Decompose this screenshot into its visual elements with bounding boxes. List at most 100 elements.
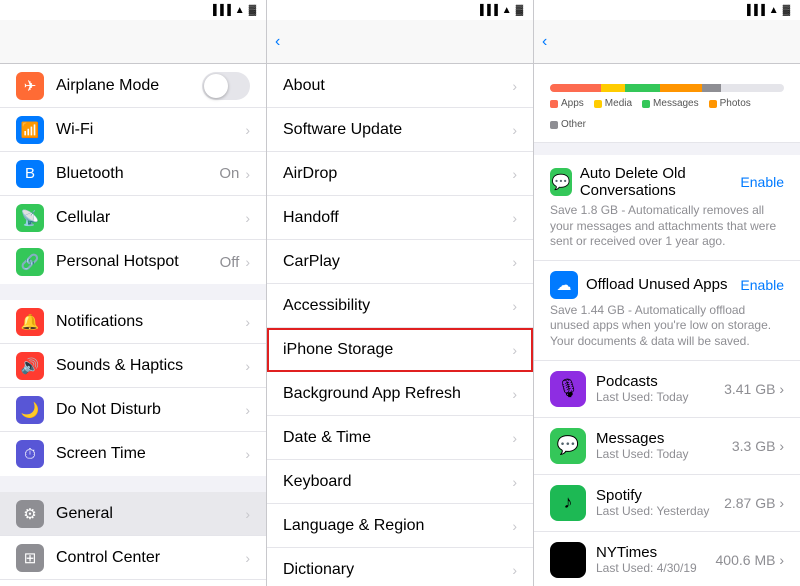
cellular-icon: 📡 <box>16 204 44 232</box>
general-item-iphonestorage[interactable]: iPhone Storage› <box>267 328 533 372</box>
hotspot-chevron: › <box>245 254 250 270</box>
general-item-dictionary[interactable]: Dictionary› <box>267 548 533 586</box>
nytimes-name: NYTimes <box>596 544 706 561</box>
bar-media <box>601 84 624 92</box>
settings-item-screentime[interactable]: ⏱Screen Time› <box>0 432 266 476</box>
messages-icon: 💬 <box>550 428 586 464</box>
general-item-language[interactable]: Language & Region› <box>267 504 533 548</box>
general-list: About›Software Update›AirDrop›Handoff›Ca… <box>267 64 533 586</box>
signal-icon-1: ▐▐▐ <box>210 5 231 16</box>
language-chevron: › <box>512 518 517 534</box>
general-item-keyboard[interactable]: Keyboard› <box>267 460 533 504</box>
settings-item-airplane[interactable]: ✈Airplane Mode <box>0 64 266 108</box>
offload-icon: ☁ <box>550 271 578 299</box>
general-item-accessibility[interactable]: Accessibility› <box>267 284 533 328</box>
app-spotify[interactable]: ♪SpotifyLast Used: Yesterday2.87 GB › <box>534 475 800 532</box>
bar-apps <box>550 84 601 92</box>
status-icons-1: ▐▐▐ ▲ ▓ <box>210 5 256 16</box>
datetime-chevron: › <box>512 430 517 446</box>
spotify-name: Spotify <box>596 487 714 504</box>
controlcenter-icon: ⊞ <box>16 544 44 572</box>
storage-info-section: AppsMediaMessagesPhotosOther <box>534 64 800 143</box>
nytimes-size: 400.6 MB › <box>716 552 784 568</box>
signal-icon-3: ▐▐▐ <box>744 5 765 16</box>
backgroundrefresh-chevron: › <box>512 386 517 402</box>
settings-item-wifi[interactable]: 📶Wi-Fi› <box>0 108 266 152</box>
screentime-label: Screen Time <box>56 445 245 463</box>
softwareupdate-label: Software Update <box>283 121 512 139</box>
notifications-icon: 🔔 <box>16 308 44 336</box>
apps-list: 🎙PodcastsLast Used: Today3.41 GB ›💬Messa… <box>534 361 800 586</box>
cellular-chevron: › <box>245 210 250 226</box>
wifi-icon-3: ▲ <box>769 5 779 16</box>
settings-item-display[interactable]: ADisplay & Brightness› <box>0 580 266 586</box>
sounds-label: Sounds & Haptics <box>56 357 245 375</box>
carplay-label: CarPlay <box>283 253 512 271</box>
status-icons-3: ▐▐▐ ▲ ▓ <box>744 5 790 16</box>
rec-offload[interactable]: ☁Offload Unused AppsEnableSave 1.44 GB -… <box>534 261 800 361</box>
general-item-handoff[interactable]: Handoff› <box>267 196 533 240</box>
wifi-icon-1: ▲ <box>235 5 245 16</box>
battery-icon-3: ▓ <box>783 5 790 16</box>
autodelete-icon: 💬 <box>550 168 572 196</box>
iphonestorage-label: iPhone Storage <box>283 341 512 359</box>
storage-back-button[interactable]: ‹ <box>542 33 549 51</box>
spotify-icon: ♪ <box>550 485 586 521</box>
accessibility-chevron: › <box>512 298 517 314</box>
dnd-label: Do Not Disturb <box>56 401 245 419</box>
spotify-size: 2.87 GB › <box>724 495 784 511</box>
general-back-button[interactable]: ‹ <box>275 33 282 51</box>
settings-item-bluetooth[interactable]: BBluetoothOn› <box>0 152 266 196</box>
settings-item-hotspot[interactable]: 🔗Personal HotspotOff› <box>0 240 266 284</box>
airdrop-chevron: › <box>512 166 517 182</box>
general-item-backgroundrefresh[interactable]: Background App Refresh› <box>267 372 533 416</box>
airplane-icon: ✈ <box>16 72 44 100</box>
storage-nav-bar: ‹ <box>534 20 800 64</box>
settings-item-controlcenter[interactable]: ⊞Control Center› <box>0 536 266 580</box>
carplay-chevron: › <box>512 254 517 270</box>
legend-media: Media <box>594 98 632 109</box>
backgroundrefresh-label: Background App Refresh <box>283 385 512 403</box>
settings-item-notifications[interactable]: 🔔 Notifications› <box>0 300 266 344</box>
wifi-chevron: › <box>245 122 250 138</box>
general-icon: ⚙ <box>16 500 44 528</box>
handoff-chevron: › <box>512 210 517 226</box>
battery-icon-1: ▓ <box>249 5 256 16</box>
legend-apps: Apps <box>550 98 584 109</box>
general-item-softwareupdate[interactable]: Software Update› <box>267 108 533 152</box>
settings-item-sounds[interactable]: 🔊Sounds & Haptics› <box>0 344 266 388</box>
legend-other: Other <box>550 119 586 130</box>
dnd-icon: 🌙 <box>16 396 44 424</box>
settings-item-general[interactable]: ⚙General› <box>0 492 266 536</box>
autodelete-label: Auto Delete Old Conversations <box>580 165 741 199</box>
status-bar-2: ▐▐▐ ▲ ▓ <box>267 0 533 20</box>
keyboard-chevron: › <box>512 474 517 490</box>
dictionary-chevron: › <box>512 562 517 578</box>
settings-item-dnd[interactable]: 🌙Do Not Disturb› <box>0 388 266 432</box>
podcasts-name: Podcasts <box>596 373 714 390</box>
back-chevron-icon-2: ‹ <box>542 33 547 51</box>
notifications-label: Notifications <box>56 313 245 331</box>
podcasts-last-used: Last Used: Today <box>596 390 714 404</box>
general-item-datetime[interactable]: Date & Time› <box>267 416 533 460</box>
airplane-toggle[interactable] <box>202 72 250 100</box>
storage-legend: AppsMediaMessagesPhotosOther <box>550 98 784 130</box>
app-nytimes[interactable]: 𝕋NYTimesLast Used: 4/30/19400.6 MB › <box>534 532 800 586</box>
app-messages[interactable]: 💬MessagesLast Used: Today3.3 GB › <box>534 418 800 475</box>
offload-enable-button[interactable]: Enable <box>740 277 784 293</box>
hotspot-icon: 🔗 <box>16 248 44 276</box>
handoff-label: Handoff <box>283 209 512 227</box>
messages-last-used: Last Used: Today <box>596 447 722 461</box>
hotspot-label: Personal Hotspot <box>56 253 220 271</box>
notifications-chevron: › <box>245 314 250 330</box>
general-item-airdrop[interactable]: AirDrop› <box>267 152 533 196</box>
settings-item-cellular[interactable]: 📡Cellular› <box>0 196 266 240</box>
recommendations-list: 💬Auto Delete Old ConversationsEnableSave… <box>534 155 800 361</box>
bluetooth-chevron: › <box>245 166 250 182</box>
rec-autodelete[interactable]: 💬Auto Delete Old ConversationsEnableSave… <box>534 155 800 261</box>
app-podcasts[interactable]: 🎙PodcastsLast Used: Today3.41 GB › <box>534 361 800 418</box>
general-item-carplay[interactable]: CarPlay› <box>267 240 533 284</box>
autodelete-enable-button[interactable]: Enable <box>740 174 784 190</box>
language-label: Language & Region <box>283 517 512 535</box>
general-item-about[interactable]: About› <box>267 64 533 108</box>
